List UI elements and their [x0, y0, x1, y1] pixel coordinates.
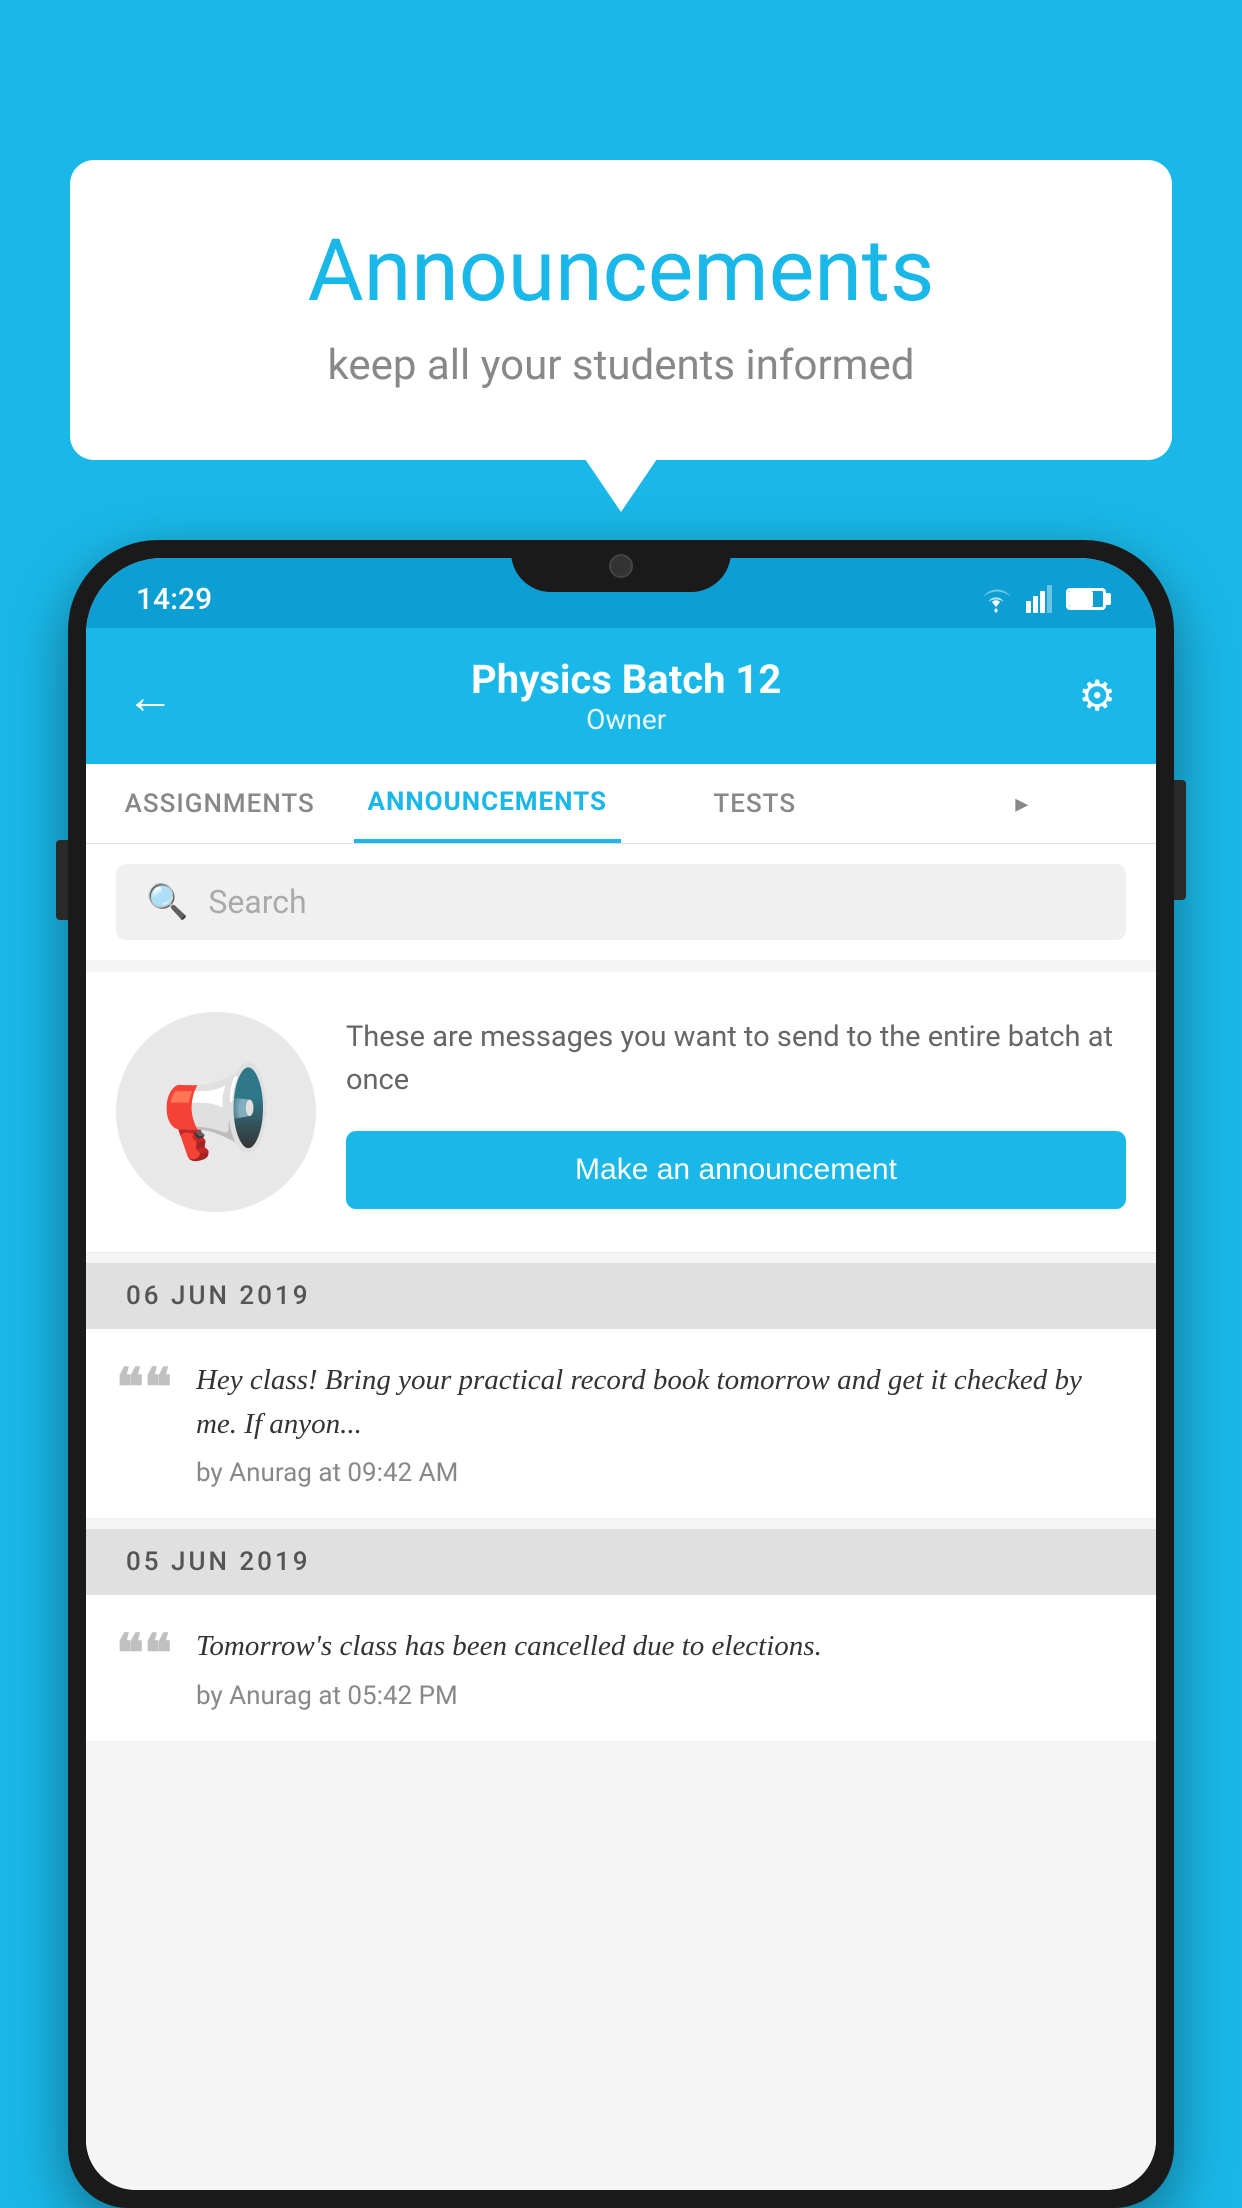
- speech-bubble-container: Announcements keep all your students inf…: [70, 160, 1172, 460]
- app-header: ← Physics Batch 12 Owner ⚙: [86, 628, 1156, 764]
- announcement-item-1: ❝❝ Hey class! Bring your practical recor…: [86, 1329, 1156, 1519]
- tabs-bar: ASSIGNMENTS ANNOUNCEMENTS TESTS ▸: [86, 764, 1156, 844]
- cta-description: These are messages you want to send to t…: [346, 1016, 1126, 1103]
- tab-announcements[interactable]: ANNOUNCEMENTS: [354, 764, 622, 843]
- announcement-item-2: ❝❝ Tomorrow's class has been cancelled d…: [86, 1595, 1156, 1742]
- header-subtitle: Owner: [471, 703, 781, 736]
- speech-bubble-title: Announcements: [150, 220, 1092, 321]
- phone-notch: [511, 540, 731, 592]
- tab-tests[interactable]: TESTS: [621, 764, 889, 843]
- phone-frame: 14:29: [68, 540, 1174, 2208]
- status-icons: [978, 585, 1106, 613]
- announcement-text-2: Tomorrow's class has been cancelled due …: [196, 1625, 1126, 1669]
- settings-icon[interactable]: ⚙: [1078, 671, 1116, 721]
- quote-icon-1: ❝❝: [116, 1363, 172, 1488]
- signal-icon: [1026, 585, 1054, 613]
- battery-icon: [1066, 588, 1106, 610]
- speech-bubble-subtitle: keep all your students informed: [150, 341, 1092, 390]
- power-button: [1174, 780, 1186, 900]
- tab-assignments[interactable]: ASSIGNMENTS: [86, 764, 354, 843]
- announcement-text-1: Hey class! Bring your practical record b…: [196, 1359, 1126, 1446]
- search-bar-container: 🔍 Search: [86, 844, 1156, 960]
- announcement-content-2: Tomorrow's class has been cancelled due …: [196, 1625, 1126, 1711]
- volume-button: [56, 840, 68, 920]
- phone-screen: 14:29: [86, 558, 1156, 2190]
- header-title: Physics Batch 12: [471, 656, 781, 703]
- back-button[interactable]: ←: [126, 668, 174, 725]
- content-area: 🔍 Search 📢 These are messages you want t…: [86, 844, 1156, 2190]
- search-bar[interactable]: 🔍 Search: [116, 864, 1126, 940]
- megaphone-icon: 📢: [160, 1060, 272, 1165]
- announcement-meta-2: by Anurag at 05:42 PM: [196, 1681, 1126, 1711]
- wifi-icon: [978, 585, 1014, 613]
- phone-container: 14:29: [68, 540, 1174, 2208]
- phone-camera: [609, 554, 633, 578]
- date-separator-2: 05 JUN 2019: [86, 1529, 1156, 1595]
- announcement-cta: 📢 These are messages you want to send to…: [86, 972, 1156, 1253]
- quote-icon-2: ❝❝: [116, 1629, 172, 1711]
- speech-bubble: Announcements keep all your students inf…: [70, 160, 1172, 460]
- announcement-content-1: Hey class! Bring your practical record b…: [196, 1359, 1126, 1488]
- make-announcement-button[interactable]: Make an announcement: [346, 1131, 1126, 1209]
- status-time: 14:29: [136, 582, 212, 617]
- search-icon: 🔍: [146, 882, 188, 922]
- announcement-meta-1: by Anurag at 09:42 AM: [196, 1458, 1126, 1488]
- megaphone-circle: 📢: [116, 1012, 316, 1212]
- search-placeholder: Search: [208, 883, 306, 921]
- date-separator-1: 06 JUN 2019: [86, 1263, 1156, 1329]
- cta-right: These are messages you want to send to t…: [346, 1016, 1126, 1209]
- header-center: Physics Batch 12 Owner: [471, 656, 781, 736]
- tab-more[interactable]: ▸: [889, 764, 1157, 843]
